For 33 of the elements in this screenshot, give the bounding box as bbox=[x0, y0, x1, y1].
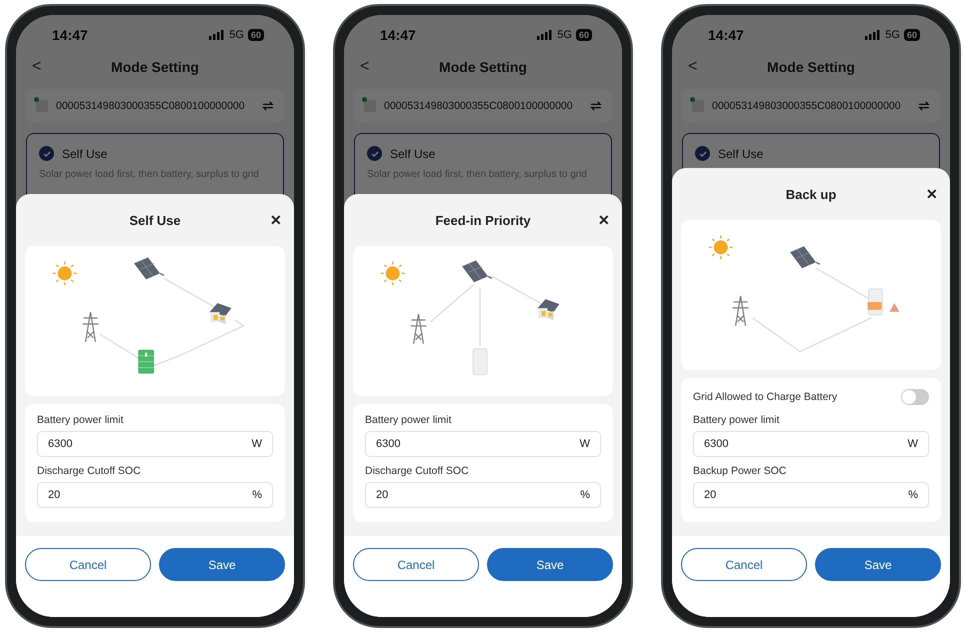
unit-label: % bbox=[252, 489, 262, 501]
status-time: 14:47 bbox=[708, 27, 744, 43]
field-label: Battery power limit bbox=[37, 413, 124, 428]
page-title: Mode Setting bbox=[767, 59, 855, 75]
sheet-title: Self Use bbox=[129, 212, 181, 228]
device-serial: 000053149803000355C0800100000000 bbox=[384, 100, 574, 112]
mode-title: Self Use bbox=[390, 146, 436, 160]
field-label: Discharge Cutoff SOC bbox=[37, 464, 142, 479]
sheet-title: Feed-in Priority bbox=[435, 212, 531, 228]
battery-level: 60 bbox=[576, 29, 592, 41]
mode-title: Self Use bbox=[62, 146, 108, 160]
battery-level: 60 bbox=[248, 29, 264, 41]
battery-level: 60 bbox=[904, 29, 920, 41]
unit-label: W bbox=[908, 438, 918, 450]
unit-label: % bbox=[580, 489, 590, 501]
unit-label: W bbox=[580, 438, 590, 450]
field-label: Battery power limit bbox=[693, 413, 780, 428]
field-label: Backup Power SOC bbox=[693, 464, 788, 479]
device-serial: 000053149803000355C0800100000000 bbox=[56, 100, 246, 112]
device-serial: 000053149803000355C0800100000000 bbox=[712, 100, 902, 112]
field-label: Discharge Cutoff SOC bbox=[365, 464, 470, 479]
mode-title: Self Use bbox=[718, 146, 764, 160]
network-label: 5G bbox=[885, 29, 900, 41]
toggle-label: Grid Allowed to Charge Battery bbox=[693, 391, 838, 403]
unit-label: % bbox=[908, 489, 918, 501]
field-label: Battery power limit bbox=[365, 413, 452, 428]
unit-label: W bbox=[252, 438, 262, 450]
status-time: 14:47 bbox=[380, 27, 416, 43]
page-title: Mode Setting bbox=[111, 59, 199, 75]
page-title: Mode Setting bbox=[439, 59, 527, 75]
network-label: 5G bbox=[557, 29, 572, 41]
network-label: 5G bbox=[229, 29, 244, 41]
status-time: 14:47 bbox=[52, 27, 88, 43]
